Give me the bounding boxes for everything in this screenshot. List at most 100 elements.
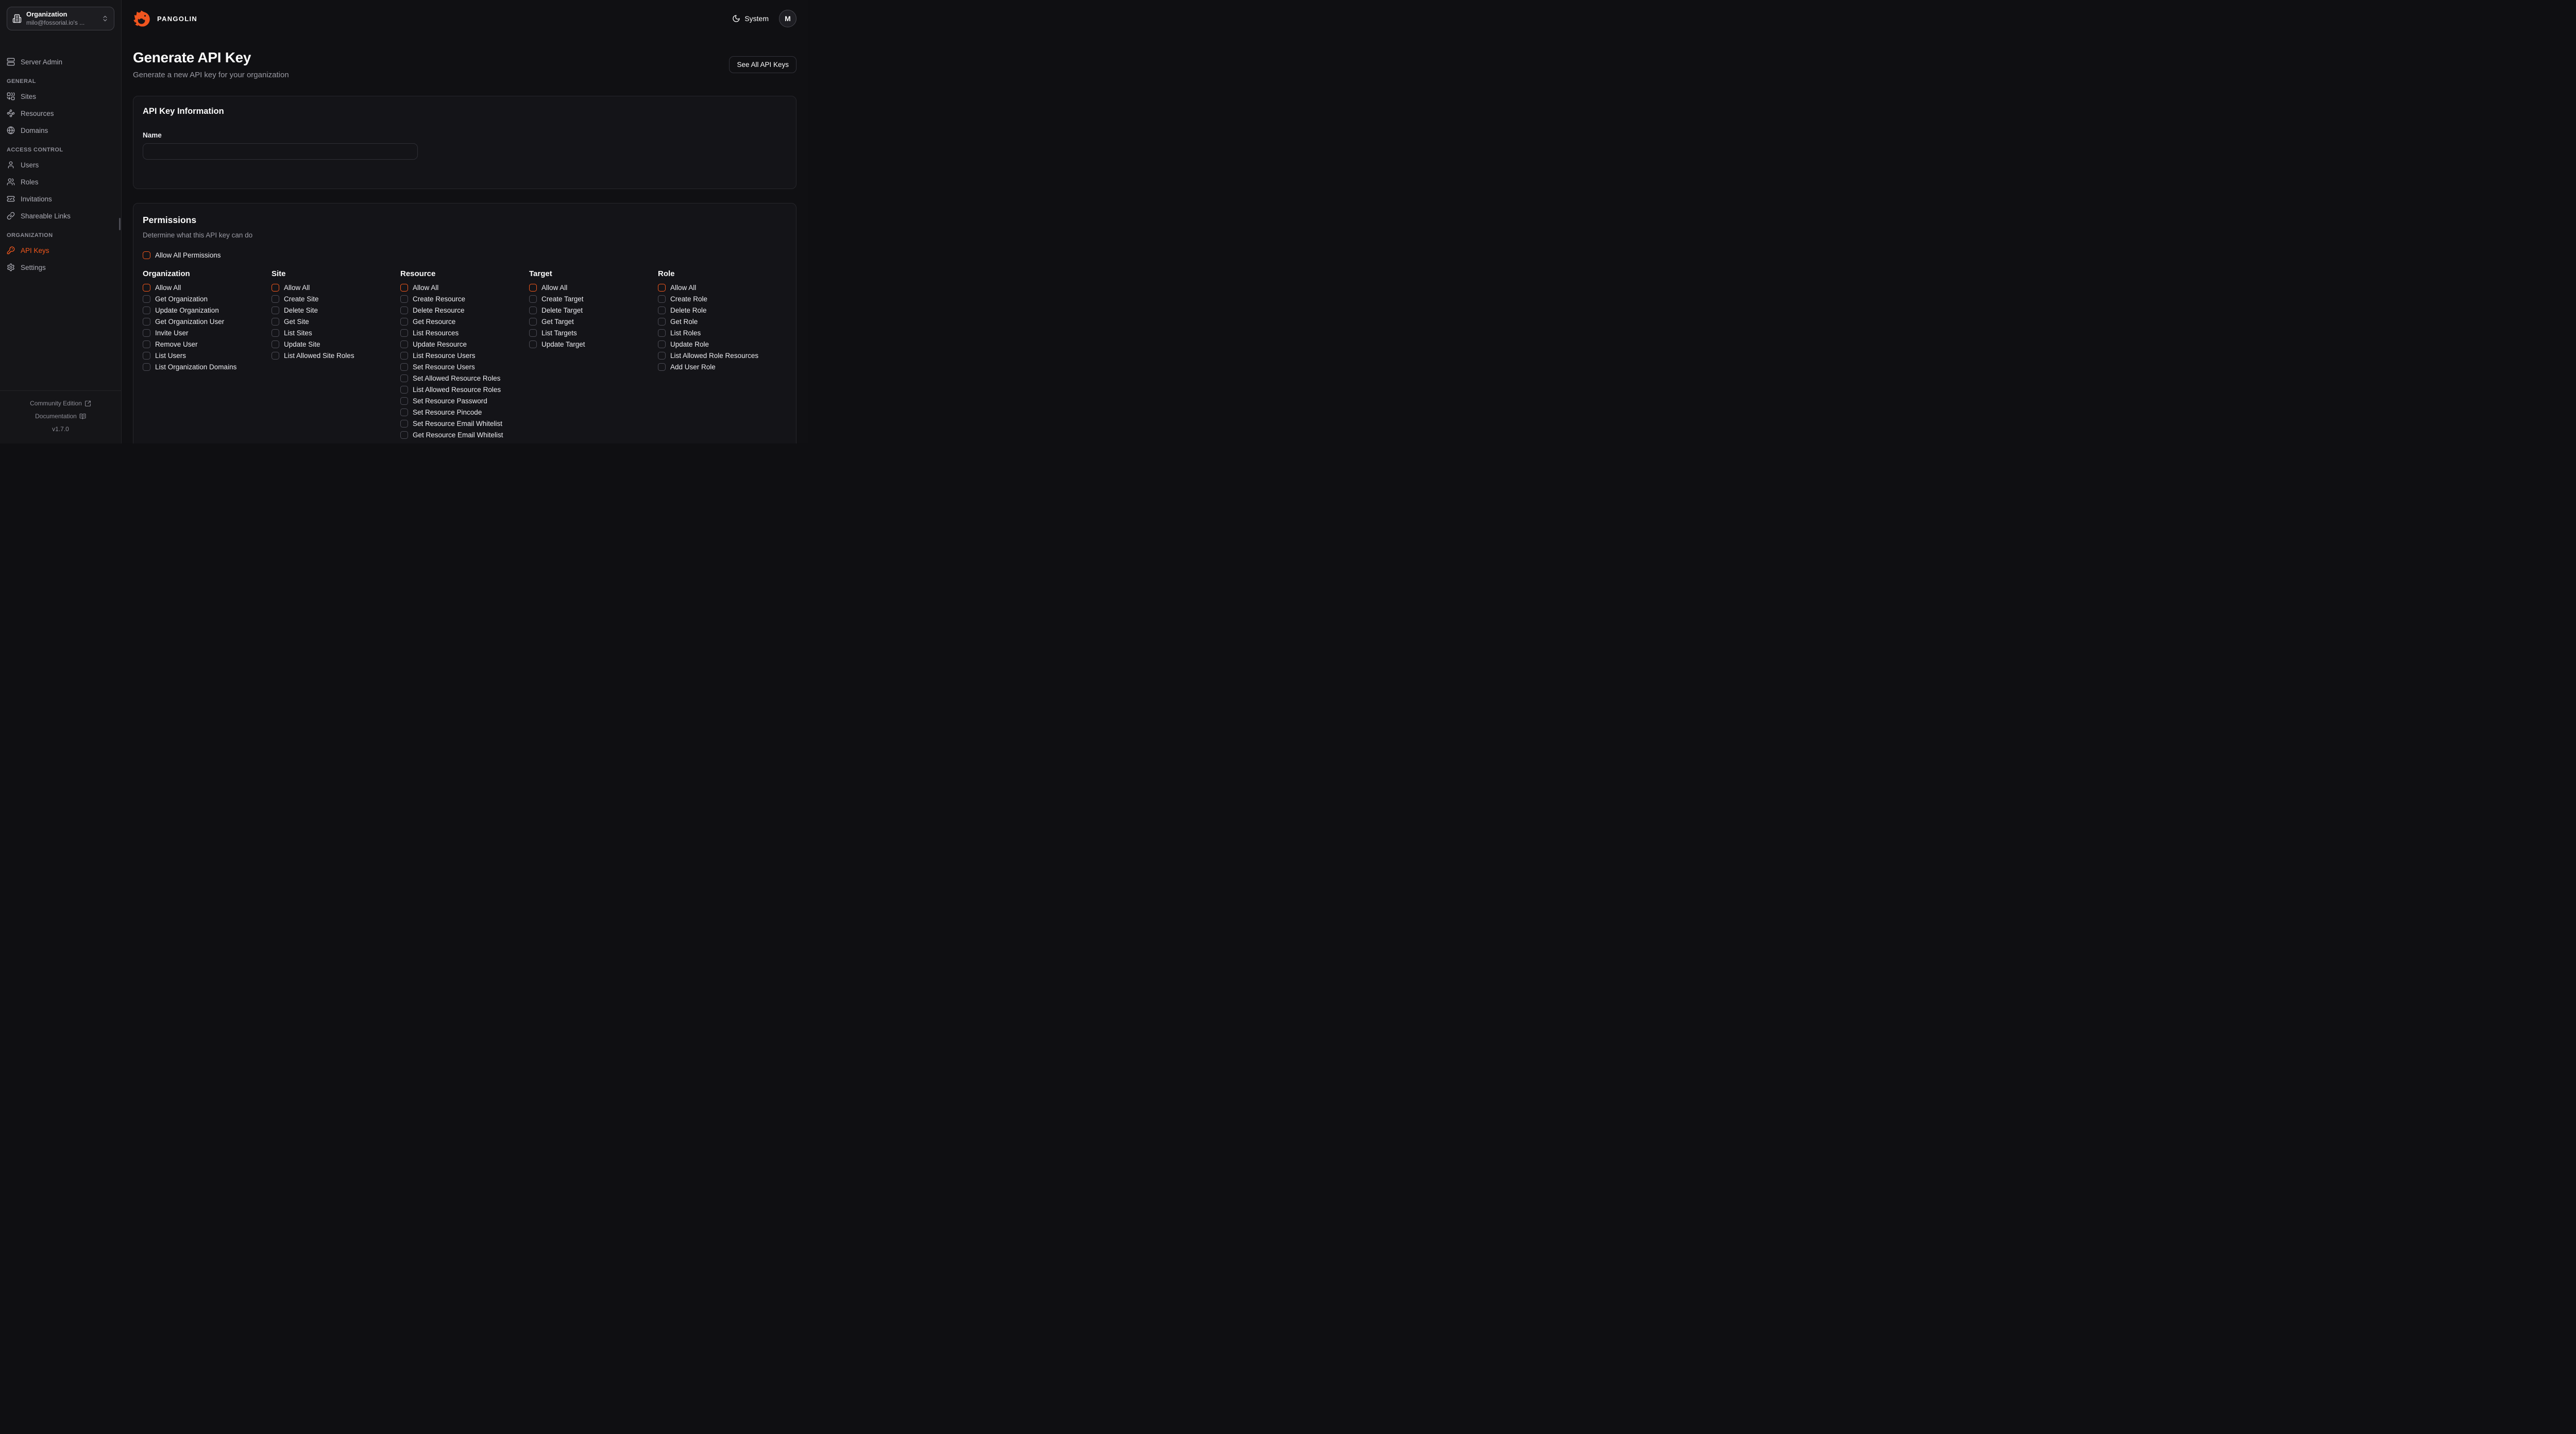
brand: PANGOLIN: [133, 9, 197, 28]
checkbox-resource-update-resource[interactable]: [400, 340, 408, 348]
checkbox-resource-list-resources[interactable]: [400, 329, 408, 337]
checkbox-target-list-targets[interactable]: [529, 329, 537, 337]
sidebar-item-shareable-links[interactable]: Shareable Links: [7, 209, 114, 223]
permission-row: List Targets: [529, 329, 658, 337]
building-icon: [12, 14, 22, 23]
checkbox-resource-set-allowed-resource-roles[interactable]: [400, 374, 408, 382]
checkbox-site-create-site[interactable]: [272, 295, 279, 303]
checkbox-target-update-target[interactable]: [529, 340, 537, 348]
api-key-name-input[interactable]: [143, 143, 418, 160]
checkbox-role-allow-all[interactable]: [658, 284, 666, 292]
permission-row: Get Organization: [143, 295, 272, 303]
user-icon: [7, 161, 15, 169]
checkbox-site-delete-site[interactable]: [272, 306, 279, 314]
checkbox-target-delete-target[interactable]: [529, 306, 537, 314]
theme-toggle[interactable]: System: [732, 14, 769, 23]
checkbox-site-list-sites[interactable]: [272, 329, 279, 337]
user-avatar[interactable]: M: [779, 10, 796, 27]
checkbox-target-allow-all[interactable]: [529, 284, 537, 292]
checkbox-site-allow-all[interactable]: [272, 284, 279, 292]
checkbox-resource-get-resource-email-whitelist[interactable]: [400, 431, 408, 439]
globe-icon: [7, 126, 15, 134]
sidebar-item-api-keys[interactable]: API Keys: [7, 244, 114, 257]
permission-group-title: Resource: [400, 269, 529, 278]
server-icon: [7, 58, 15, 66]
permission-row: Update Target: [529, 340, 658, 348]
permission-row: Set Allowed Resource Roles: [400, 374, 529, 382]
permission-group-organization: OrganizationAllow AllGet OrganizationUpd…: [143, 269, 272, 374]
app-window: Organization milo@fossorial.io's ... Ser…: [0, 0, 808, 443]
sidebar-item-domains[interactable]: Domains: [7, 124, 114, 137]
checkbox-role-list-roles[interactable]: [658, 329, 666, 337]
waypoints-icon: [7, 109, 15, 117]
see-all-api-keys-button[interactable]: See All API Keys: [729, 56, 796, 73]
allow-all-permissions-checkbox[interactable]: [143, 251, 150, 259]
permission-row: Get Target: [529, 318, 658, 326]
key-icon: [7, 246, 15, 254]
checkbox-organization-invite-user[interactable]: [143, 329, 150, 337]
sidebar-item-settings[interactable]: Settings: [7, 261, 114, 274]
checkbox-target-create-target[interactable]: [529, 295, 537, 303]
sidebar-item-sites[interactable]: Sites: [7, 90, 114, 103]
permission-group-role: RoleAllow AllCreate RoleDelete RoleGet R…: [658, 269, 787, 374]
permission-row: List Allowed Role Resources: [658, 352, 787, 360]
checkbox-role-add-user-role[interactable]: [658, 363, 666, 371]
checkbox-resource-list-allowed-resource-roles[interactable]: [400, 386, 408, 394]
permission-row: Allow All: [658, 284, 787, 292]
checkbox-resource-list-resource-users[interactable]: [400, 352, 408, 360]
moon-icon: [732, 14, 740, 23]
checkbox-resource-set-resource-password[interactable]: [400, 397, 408, 405]
organization-selector[interactable]: Organization milo@fossorial.io's ...: [7, 7, 114, 30]
checkbox-resource-allow-all[interactable]: [400, 284, 408, 292]
checkbox-organization-allow-all[interactable]: [143, 284, 150, 292]
permission-row: Set Resource Pincode: [400, 408, 529, 416]
sidebar-item-invitations[interactable]: Invitations: [7, 192, 114, 206]
checkbox-role-delete-role[interactable]: [658, 306, 666, 314]
checkbox-resource-get-resource[interactable]: [400, 318, 408, 326]
checkbox-resource-create-resource[interactable]: [400, 295, 408, 303]
permission-row: Delete Resource: [400, 306, 529, 314]
api-key-information-title: API Key Information: [143, 107, 787, 116]
documentation-link[interactable]: Documentation: [7, 413, 114, 420]
checkbox-role-get-role[interactable]: [658, 318, 666, 326]
checkbox-role-list-allowed-role-resources[interactable]: [658, 352, 666, 360]
checkbox-target-get-target[interactable]: [529, 318, 537, 326]
sidebar-item-resources[interactable]: Resources: [7, 107, 114, 120]
sidebar-item-server-admin[interactable]: Server Admin: [7, 55, 114, 69]
page-title: Generate API Key: [133, 49, 289, 66]
community-edition-link[interactable]: Community Edition: [7, 400, 114, 407]
checkbox-organization-get-organization-user[interactable]: [143, 318, 150, 326]
permission-row: Get Role: [658, 318, 787, 326]
permission-row: Create Resource: [400, 295, 529, 303]
sidebar-section-access-control: ACCESS CONTROL: [7, 147, 114, 153]
checkbox-organization-get-organization[interactable]: [143, 295, 150, 303]
sidebar-item-users[interactable]: Users: [7, 158, 114, 172]
permission-row: List Resources: [400, 329, 529, 337]
checkbox-role-create-role[interactable]: [658, 295, 666, 303]
permission-row: Invite User: [143, 329, 272, 337]
permission-row: List Organization Domains: [143, 363, 272, 371]
allow-all-permissions-row: Allow All Permissions: [143, 251, 787, 259]
sidebar-scrollbar-thumb[interactable]: [119, 218, 121, 230]
checkbox-organization-remove-user[interactable]: [143, 340, 150, 348]
checkbox-site-list-allowed-site-roles[interactable]: [272, 352, 279, 360]
checkbox-role-update-role[interactable]: [658, 340, 666, 348]
checkbox-resource-set-resource-pincode[interactable]: [400, 408, 408, 416]
checkbox-organization-list-users[interactable]: [143, 352, 150, 360]
page-subtitle: Generate a new API key for your organiza…: [133, 71, 289, 79]
permission-row: Update Site: [272, 340, 400, 348]
permission-row: Delete Site: [272, 306, 400, 314]
theme-label: System: [744, 14, 769, 23]
permission-row: Get Organization User: [143, 318, 272, 326]
permission-group-title: Role: [658, 269, 787, 278]
settings-icon: [7, 263, 15, 271]
sidebar-section-general: GENERAL: [7, 78, 114, 84]
checkbox-organization-list-organization-domains[interactable]: [143, 363, 150, 371]
checkbox-site-get-site[interactable]: [272, 318, 279, 326]
checkbox-resource-set-resource-users[interactable]: [400, 363, 408, 371]
checkbox-resource-set-resource-email-whitelist[interactable]: [400, 420, 408, 428]
checkbox-organization-update-organization[interactable]: [143, 306, 150, 314]
checkbox-resource-delete-resource[interactable]: [400, 306, 408, 314]
sidebar-item-roles[interactable]: Roles: [7, 175, 114, 189]
checkbox-site-update-site[interactable]: [272, 340, 279, 348]
